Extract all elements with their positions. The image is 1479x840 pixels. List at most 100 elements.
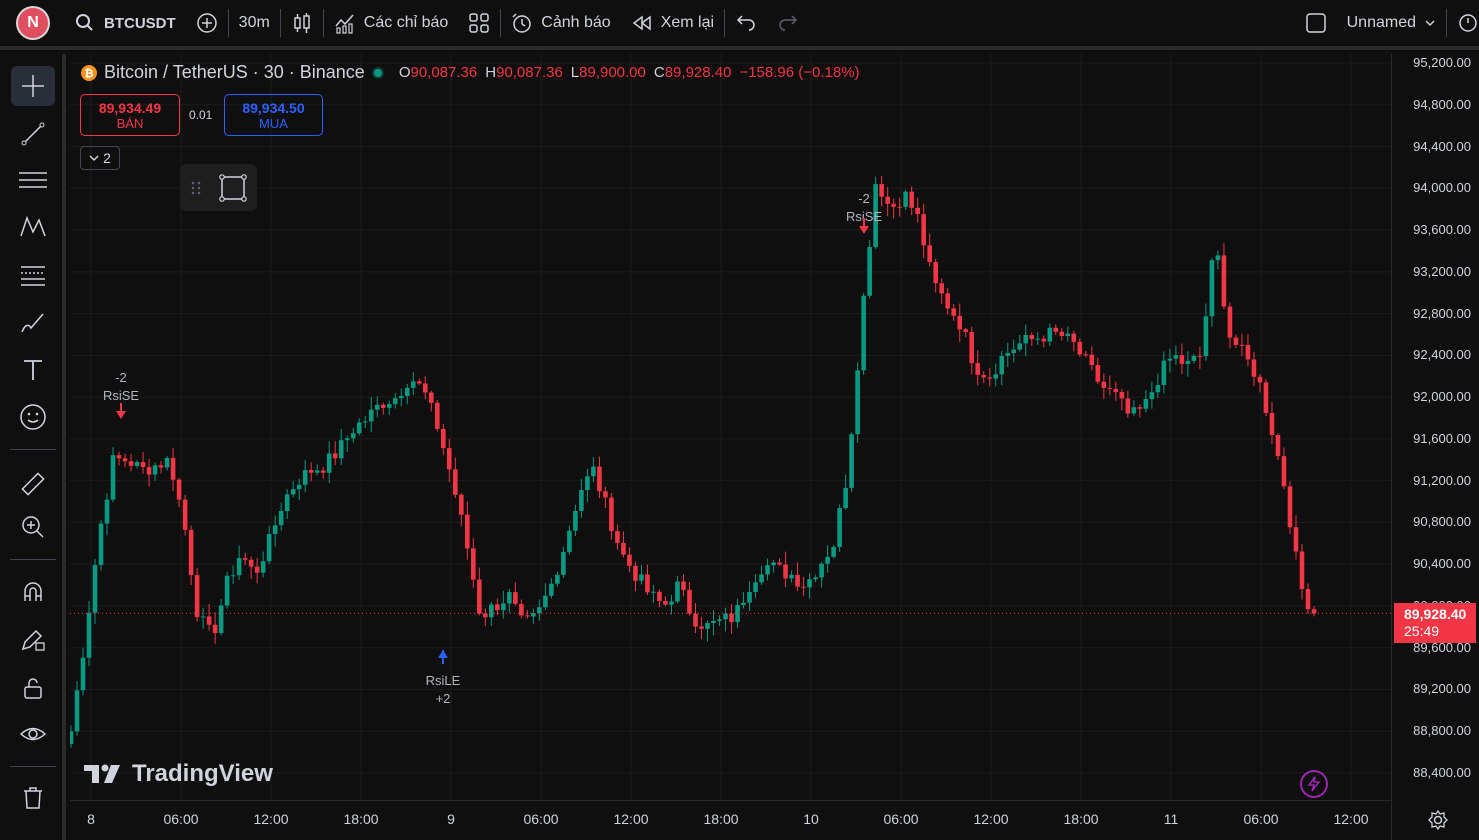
candle-body bbox=[687, 589, 692, 614]
candle-body bbox=[1131, 407, 1137, 414]
candle-body bbox=[1029, 335, 1035, 340]
draw-lock-tool[interactable] bbox=[11, 619, 55, 659]
price-axis-label: 88,800.00 bbox=[1413, 723, 1471, 739]
buy-button[interactable]: 89,934.50 MUA bbox=[224, 94, 323, 136]
current-price: 89,928.40 bbox=[1404, 606, 1467, 622]
candle-body bbox=[939, 283, 945, 294]
candle-body bbox=[332, 453, 338, 459]
pencil-lock-icon bbox=[21, 629, 45, 651]
interval-button[interactable]: 30m bbox=[229, 0, 280, 48]
undo-button[interactable] bbox=[725, 0, 767, 48]
ruler-tool[interactable] bbox=[11, 464, 55, 504]
candle-body bbox=[957, 315, 963, 330]
candle-body bbox=[260, 561, 266, 573]
candle-body bbox=[350, 433, 356, 439]
candle-body bbox=[969, 331, 975, 364]
candle-body bbox=[639, 574, 644, 581]
candle-body bbox=[615, 531, 620, 543]
candle-body bbox=[723, 613, 728, 620]
brush-tool[interactable] bbox=[11, 303, 55, 343]
price-axis[interactable]: 95,200.00 94,800.00 94,400.00 94,000.00 93,6… bbox=[1391, 54, 1479, 840]
delete-tool[interactable] bbox=[11, 778, 55, 818]
sell-button[interactable]: 89,934.49 BÁN bbox=[80, 94, 180, 136]
candle-body bbox=[158, 465, 164, 468]
price-axis-label: 94,400.00 bbox=[1413, 138, 1471, 154]
candle-body bbox=[993, 374, 999, 379]
horizontal-lines-tool[interactable] bbox=[11, 160, 55, 200]
alerts-button[interactable]: Cảnh báo bbox=[501, 0, 620, 48]
layout-button[interactable] bbox=[1295, 0, 1337, 48]
replay-button[interactable]: Xem lại bbox=[621, 0, 724, 48]
redo-button[interactable] bbox=[767, 0, 809, 48]
indicators-button[interactable]: Các chỉ báo bbox=[324, 0, 459, 48]
watermark-text: TradingView bbox=[132, 760, 273, 787]
candle-body bbox=[663, 600, 668, 605]
brush-icon bbox=[21, 313, 44, 333]
candle-body bbox=[1089, 354, 1095, 365]
emoji-tool[interactable] bbox=[11, 397, 55, 437]
candle-body bbox=[933, 262, 938, 284]
lightning-icon bbox=[1307, 776, 1321, 792]
chart-legend: ₿ Bitcoin / TetherUS · 30 · Binance O90,… bbox=[80, 62, 860, 83]
floating-drawing-widget[interactable] bbox=[180, 164, 257, 211]
magnet-tool[interactable] bbox=[11, 572, 55, 612]
candle-body bbox=[657, 591, 662, 601]
trash-icon bbox=[24, 787, 42, 809]
candle-body bbox=[807, 579, 812, 588]
candle-body bbox=[206, 616, 212, 625]
layout-name: Unnamed bbox=[1346, 14, 1416, 31]
layout-name-button[interactable]: Unnamed bbox=[1337, 0, 1446, 48]
candle-body bbox=[501, 603, 506, 611]
fib-tool[interactable] bbox=[11, 255, 55, 295]
symbol-search-button[interactable]: BTCUSDT bbox=[64, 0, 186, 48]
candlestick-chart[interactable]: -2RsiSERsiLE+2-2RsiSE bbox=[68, 54, 1391, 800]
candle-body bbox=[1119, 392, 1125, 399]
time-axis-label: 11 bbox=[1163, 811, 1179, 827]
pattern-tool[interactable] bbox=[11, 207, 55, 247]
candle-body bbox=[1191, 355, 1197, 361]
candle-body bbox=[987, 377, 993, 379]
candle-body bbox=[1209, 260, 1215, 317]
compare-symbol-button[interactable] bbox=[186, 0, 228, 48]
candle-body bbox=[561, 552, 566, 575]
chart-pane[interactable]: -2 RsiSE RsiLE +2 -2 RsiSE bbox=[68, 54, 1391, 800]
zoom-tool[interactable] bbox=[11, 507, 55, 547]
trend-line-tool[interactable] bbox=[11, 114, 55, 154]
time-axis[interactable]: 8 06:00 12:00 18:00 9 06:00 12:00 18:00 10 06:00 1… bbox=[70, 800, 1448, 840]
rectangle-select-icon[interactable] bbox=[218, 173, 248, 203]
candle-body bbox=[777, 562, 782, 565]
candle-body bbox=[591, 466, 596, 477]
legend-title[interactable]: Bitcoin / TetherUS · 30 · Binance bbox=[104, 62, 365, 83]
candle-body bbox=[1083, 354, 1089, 356]
chart-type-button[interactable] bbox=[281, 0, 323, 48]
candle-body bbox=[386, 404, 392, 408]
settings-icon[interactable] bbox=[1427, 809, 1449, 831]
drawing-toolbar bbox=[0, 54, 66, 840]
svg-text:₿: ₿ bbox=[85, 67, 94, 80]
text-tool[interactable] bbox=[11, 350, 55, 390]
close-value: 89,928.40 bbox=[664, 64, 732, 81]
candle-body bbox=[1257, 376, 1263, 383]
candle-body bbox=[1227, 306, 1233, 338]
candle-body bbox=[86, 612, 92, 658]
candle-body bbox=[855, 370, 860, 435]
lock-tool[interactable] bbox=[11, 668, 55, 708]
collapse-indicators-button[interactable]: 2 bbox=[80, 146, 120, 170]
candle-body bbox=[765, 565, 770, 575]
crosshair-tool[interactable] bbox=[11, 66, 55, 106]
price-axis-label: 91,600.00 bbox=[1413, 430, 1471, 446]
candle-body bbox=[981, 375, 987, 378]
lightning-button[interactable] bbox=[1300, 770, 1328, 798]
candle-body bbox=[537, 607, 542, 614]
sell-label: BÁN bbox=[116, 115, 144, 131]
time-axis-label: 18:00 bbox=[703, 811, 739, 827]
user-avatar[interactable]: N bbox=[16, 6, 50, 40]
quick-search-button[interactable] bbox=[1447, 0, 1479, 48]
lock-open-icon bbox=[24, 678, 42, 699]
candle-body bbox=[74, 690, 80, 732]
search-icon bbox=[76, 14, 93, 31]
candle-body bbox=[945, 293, 951, 309]
drag-handle-icon[interactable] bbox=[186, 178, 206, 198]
visibility-tool[interactable] bbox=[11, 714, 55, 754]
templates-button[interactable] bbox=[458, 0, 500, 48]
